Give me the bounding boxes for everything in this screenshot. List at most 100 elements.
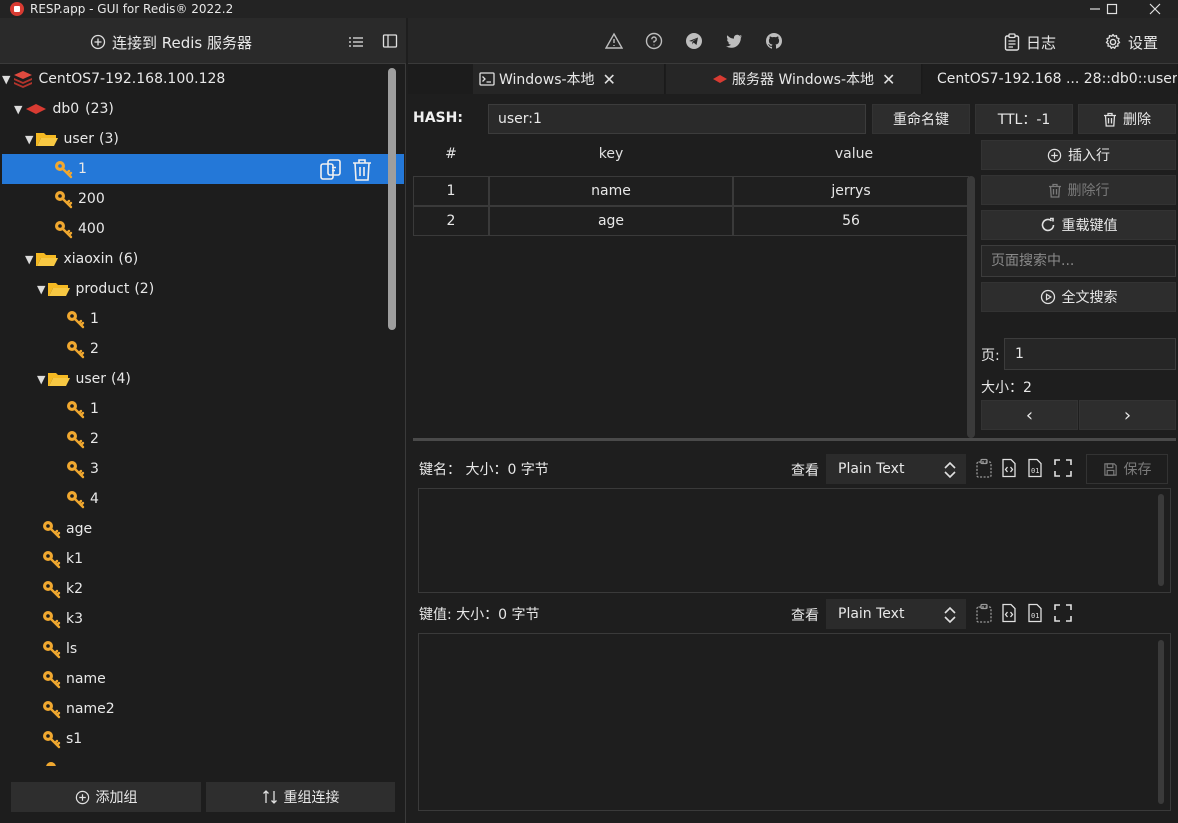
delete-row-button[interactable]: 删除行	[981, 175, 1176, 205]
prev-page-button[interactable]: ‹	[981, 400, 1078, 430]
toggle-panel-icon[interactable]	[382, 33, 398, 49]
tree-key[interactable]: s1	[41, 724, 341, 754]
value-editor-textarea[interactable]	[418, 633, 1171, 811]
close-tab-icon[interactable]: ✕	[603, 70, 616, 89]
expand-arrow-icon: ▼	[37, 372, 46, 386]
tree-key[interactable]: 2	[65, 334, 355, 364]
ttl-button[interactable]: TTL：-1	[975, 104, 1073, 134]
tree-folder-xiaoxin[interactable]: ▼ xiaoxin (6)	[25, 244, 375, 274]
value-format-select[interactable]: Plain Text	[826, 599, 966, 629]
tree-key[interactable]: 1	[65, 304, 355, 334]
tree-key[interactable]: 4	[65, 484, 355, 514]
key-icon	[43, 641, 61, 659]
redis-server-icon	[14, 71, 33, 88]
column-header-index[interactable]: #	[413, 146, 489, 166]
key-name-input[interactable]: user:1	[488, 104, 866, 134]
key-editor-scrollbar[interactable]	[1158, 494, 1164, 586]
tree-server-label: CentOS7-192.168.100.128	[38, 71, 226, 87]
settings-button[interactable]: 设置	[1104, 32, 1158, 52]
tree-key[interactable]: 3	[65, 454, 355, 484]
code-file-icon[interactable]	[999, 603, 1019, 623]
tab-key-user-1[interactable]: CentOS7-192.168 ... 28::db0::user:1	[923, 64, 1178, 94]
tree-key[interactable]: k3	[41, 604, 341, 634]
tree-key[interactable]: name2	[41, 694, 341, 724]
tree-key[interactable]: 200	[53, 184, 353, 214]
page-number-input[interactable]: 1	[1004, 338, 1176, 370]
tree-folder-product[interactable]: ▼ product (2)	[37, 274, 377, 304]
tree-key-label: k2	[66, 581, 84, 597]
tree-key[interactable]: age	[41, 514, 341, 544]
table-scrollbar[interactable]	[967, 176, 975, 438]
insert-row-button[interactable]: 插入行	[981, 140, 1176, 170]
regroup-connections-button[interactable]: 重组连接	[206, 782, 395, 812]
table-cell-value[interactable]: jerrys	[733, 176, 969, 206]
save-label: 保存	[1123, 462, 1152, 478]
fullscreen-icon[interactable]	[1053, 603, 1073, 623]
close-window-button[interactable]	[1132, 0, 1178, 18]
add-group-button[interactable]: 添加组	[11, 782, 201, 812]
rename-key-button[interactable]: 重命名键	[872, 104, 970, 134]
delete-key-icon[interactable]	[351, 158, 373, 182]
tree-key[interactable]: 1	[65, 394, 355, 424]
expand-arrow-icon: ▼	[14, 102, 23, 116]
tree-key[interactable]: k2	[41, 574, 341, 604]
delete-row-label: 删除行	[1067, 183, 1110, 199]
tab-windows-local-console[interactable]: Windows-本地 ✕	[473, 64, 665, 94]
copy-clipboard-icon[interactable]	[974, 603, 994, 623]
tree-server[interactable]: ▼ CentOS7-192.168.100.128	[2, 64, 382, 94]
page-search-input[interactable]: 页面搜索中...	[981, 245, 1176, 277]
tree-key[interactable]: ls	[41, 634, 341, 664]
maximize-button[interactable]	[1089, 0, 1135, 18]
fullscreen-icon[interactable]	[1053, 458, 1073, 478]
updown-chevron-icon	[944, 461, 956, 479]
connect-server-button[interactable]: 连接到 Redis 服务器	[90, 30, 252, 54]
delete-key-button[interactable]: 删除	[1078, 104, 1176, 134]
tree-key[interactable]: 2	[65, 424, 355, 454]
tab-server-windows-local[interactable]: 服务器 Windows-本地 ✕	[666, 64, 922, 94]
binary-file-icon[interactable]: 01	[1025, 603, 1045, 623]
save-button[interactable]: 保存	[1086, 454, 1168, 484]
expand-arrow-icon: ▼	[25, 132, 34, 146]
tree-scroll-thumb[interactable]	[388, 68, 396, 330]
binary-file-icon[interactable]: 01	[1025, 458, 1045, 478]
tree-key[interactable]: k1	[41, 544, 341, 574]
table-cell-index[interactable]: 1	[413, 176, 489, 206]
key-icon	[67, 311, 85, 329]
list-view-icon[interactable]	[348, 34, 364, 50]
tree-key-selected[interactable]: 1	[2, 154, 404, 184]
value-format-value: Plain Text	[838, 606, 905, 622]
fulltext-search-button[interactable]: 全文搜索	[981, 282, 1176, 312]
partial-key-icon	[44, 760, 64, 766]
tree-key[interactable]: name	[41, 664, 341, 694]
top-toolbar	[408, 18, 1178, 64]
connect-server-label: 连接到 Redis 服务器	[112, 33, 253, 52]
tree-folder-user[interactable]: ▼ user (3)	[25, 124, 375, 154]
redis-icon	[713, 75, 727, 83]
table-cell-key[interactable]: age	[489, 206, 733, 236]
copy-clipboard-icon[interactable]	[974, 458, 994, 478]
telegram-icon[interactable]	[685, 32, 703, 50]
twitter-icon[interactable]	[725, 32, 743, 50]
log-button[interactable]: 日志	[1004, 32, 1056, 52]
key-format-select[interactable]: Plain Text	[826, 454, 966, 484]
tree-db[interactable]: ▼ db0 (23)	[14, 94, 374, 124]
next-page-button[interactable]: ›	[1079, 400, 1176, 430]
key-editor-textarea[interactable]	[418, 488, 1171, 593]
warning-icon[interactable]	[605, 32, 623, 50]
table-cell-key[interactable]: name	[489, 176, 733, 206]
value-editor-scrollbar[interactable]	[1158, 640, 1164, 804]
prev-page-icon: ‹	[1025, 404, 1034, 426]
panel-splitter[interactable]	[413, 438, 1176, 441]
help-icon[interactable]	[645, 32, 663, 50]
table-cell-index[interactable]: 2	[413, 206, 489, 236]
column-header-value[interactable]: value	[733, 146, 975, 166]
github-icon[interactable]	[765, 32, 783, 50]
code-file-icon[interactable]	[999, 458, 1019, 478]
copy-key-icon[interactable]	[319, 158, 343, 182]
tree-folder-user-sub[interactable]: ▼ user (4)	[37, 364, 377, 394]
table-cell-value[interactable]: 56	[733, 206, 969, 236]
tree-key[interactable]: 400	[53, 214, 353, 244]
reload-value-button[interactable]: 重载键值	[981, 210, 1176, 240]
column-header-key[interactable]: key	[489, 146, 733, 166]
close-tab-icon[interactable]: ✕	[882, 70, 895, 89]
